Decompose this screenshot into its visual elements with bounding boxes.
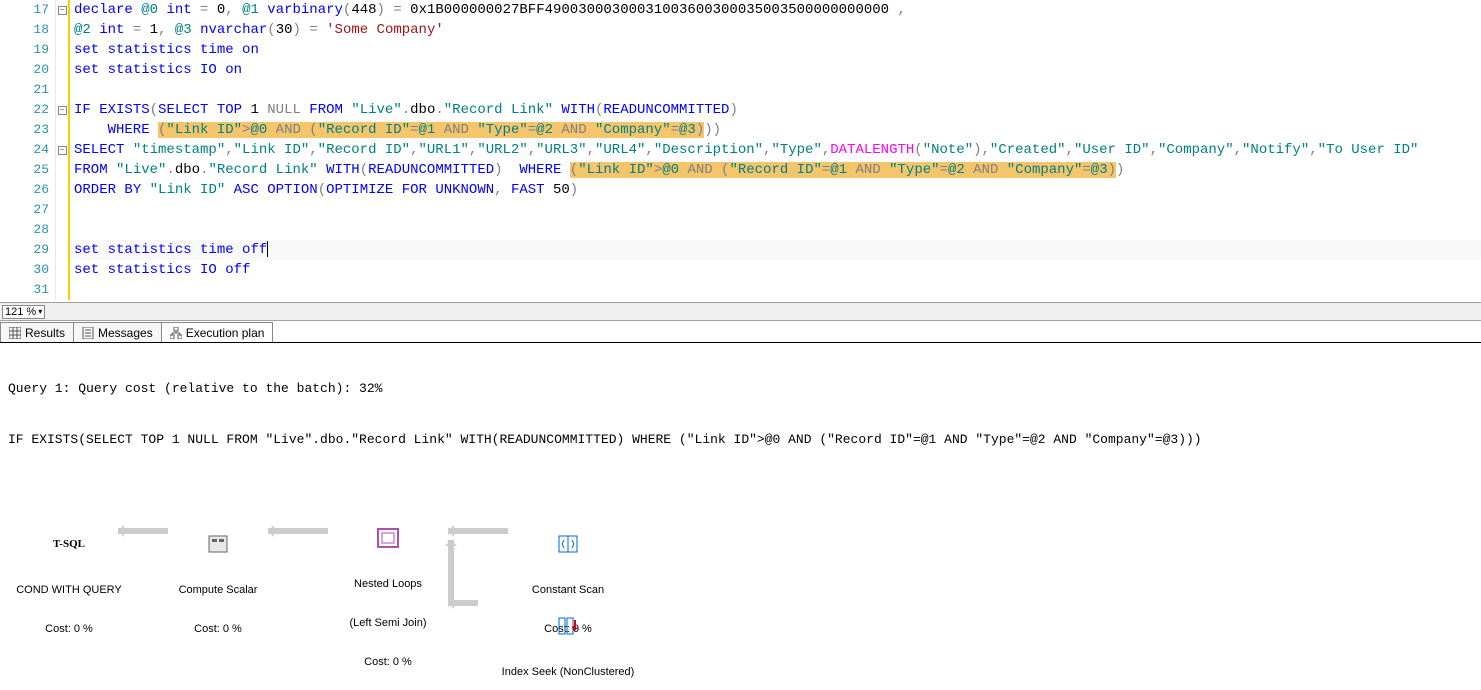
code-line[interactable]: 23 WHERE ("Link ID">@0 AND ("Record ID"=…	[0, 120, 1481, 140]
code-line[interactable]: 17 − declare @0 int = 0, @1 varbinary(44…	[0, 0, 1481, 20]
code-line[interactable]: 31	[0, 280, 1481, 300]
code-line[interactable]: 26 ORDER BY "Link ID" ASC OPTION(OPTIMIZ…	[0, 180, 1481, 200]
code-text[interactable]: declare @0 int = 0, @1 varbinary(448) = …	[70, 0, 906, 20]
code-text[interactable]: @2 int = 1, @3 nvarchar(30) = 'Some Comp…	[70, 20, 444, 40]
index-seek-icon	[478, 614, 658, 638]
query1-plan-diagram[interactable]: T-SQL COND WITH QUERY Cost: 0 % Compute …	[8, 500, 1473, 660]
line-number: 21	[0, 80, 56, 100]
line-number: 28	[0, 220, 56, 240]
line-number: 31	[0, 280, 56, 300]
line-number: 23	[0, 120, 56, 140]
constant-scan-icon	[513, 532, 623, 556]
execution-plan-pane[interactable]: Query 1: Query cost (relative to the bat…	[0, 343, 1481, 690]
plan-arrow	[448, 540, 454, 600]
code-line[interactable]: 24 − SELECT "timestamp","Link ID","Recor…	[0, 140, 1481, 160]
plan-arrow	[268, 528, 328, 534]
plan-arrow	[448, 600, 478, 606]
code-text[interactable]: IF EXISTS(SELECT TOP 1 NULL FROM "Live".…	[70, 100, 738, 120]
line-number: 18	[0, 20, 56, 40]
line-number: 24	[0, 140, 56, 160]
fold-gutter[interactable]: −	[56, 0, 70, 20]
code-text[interactable]	[70, 220, 74, 240]
code-line[interactable]: 19 set statistics time on	[0, 40, 1481, 60]
code-line[interactable]: 21	[0, 80, 1481, 100]
tab-label: Messages	[98, 326, 153, 340]
code-text[interactable]: SELECT "timestamp","Link ID","Record ID"…	[70, 140, 1418, 160]
code-text[interactable]	[70, 200, 74, 220]
zoom-value: 121 %	[5, 306, 36, 318]
plan-op-compute-scalar[interactable]: Compute Scalar Cost: 0 %	[168, 506, 268, 662]
plan-op-tsql[interactable]: T-SQL COND WITH QUERY Cost: 0 %	[14, 506, 124, 662]
code-text[interactable]: WHERE ("Link ID">@0 AND ("Record ID"=@1 …	[70, 120, 721, 140]
code-scroll[interactable]: 17 − declare @0 int = 0, @1 varbinary(44…	[0, 0, 1481, 302]
plan-arrow	[448, 528, 508, 534]
line-number: 26	[0, 180, 56, 200]
grid-icon	[9, 327, 21, 339]
zoom-dropdown[interactable]: 121 % ▾	[2, 305, 45, 319]
line-number: 25	[0, 160, 56, 180]
code-line[interactable]: 27	[0, 200, 1481, 220]
tab-label: Execution plan	[186, 326, 265, 340]
code-text[interactable]	[70, 80, 74, 100]
document-icon	[82, 327, 94, 339]
line-number: 29	[0, 240, 56, 260]
code-text[interactable]: set statistics time on	[70, 40, 259, 60]
text-caret	[267, 241, 268, 257]
nested-loops-icon	[328, 526, 448, 550]
plan-tree-icon	[170, 327, 182, 339]
compute-scalar-icon	[168, 532, 268, 556]
line-number: 27	[0, 200, 56, 220]
code-text[interactable]: set statistics time off	[70, 240, 268, 260]
line-number: 22	[0, 100, 56, 120]
line-number: 30	[0, 260, 56, 280]
code-line[interactable]: 20 set statistics IO on	[0, 60, 1481, 80]
code-text[interactable]: ORDER BY "Link ID" ASC OPTION(OPTIMIZE F…	[70, 180, 578, 200]
fold-toggle-icon[interactable]: −	[58, 146, 67, 155]
query1-header: Query 1: Query cost (relative to the bat…	[8, 381, 1473, 396]
plan-op-nested-loops[interactable]: Nested Loops (Left Semi Join) Cost: 0 %	[328, 500, 448, 690]
code-line[interactable]: 30 set statistics IO off	[0, 260, 1481, 280]
code-line[interactable]: 25 FROM "Live".dbo."Record Link" WITH(RE…	[0, 160, 1481, 180]
tab-results[interactable]: Results	[0, 322, 74, 342]
tab-label: Results	[25, 326, 65, 340]
zoom-bar: 121 % ▾	[0, 302, 1481, 320]
tab-execution-plan[interactable]: Execution plan	[161, 322, 274, 342]
fold-toggle-icon[interactable]: −	[58, 6, 67, 15]
chevron-down-icon: ▾	[38, 307, 42, 316]
line-number: 17	[0, 0, 56, 20]
query1-sql: IF EXISTS(SELECT TOP 1 NULL FROM "Live".…	[8, 432, 1473, 447]
code-text[interactable]	[70, 280, 74, 300]
line-number: 19	[0, 40, 56, 60]
fold-toggle-icon[interactable]: −	[58, 106, 67, 115]
tsql-icon: T-SQL	[14, 532, 124, 556]
code-line[interactable]: 28	[0, 220, 1481, 240]
code-line[interactable]: 29 set statistics time off	[0, 240, 1481, 260]
plan-arrow	[118, 528, 168, 534]
code-text[interactable]: set statistics IO off	[70, 260, 250, 280]
tab-messages[interactable]: Messages	[73, 322, 162, 342]
code-line[interactable]: 22 − IF EXISTS(SELECT TOP 1 NULL FROM "L…	[0, 100, 1481, 120]
plan-op-index-seek[interactable]: Index Seek (NonClustered) [Record Link].…	[478, 588, 658, 690]
code-line[interactable]: 18 @2 int = 1, @3 nvarchar(30) = 'Some C…	[0, 20, 1481, 40]
result-tabs: Results Messages Execution plan	[0, 321, 1481, 343]
code-text[interactable]: FROM "Live".dbo."Record Link" WITH(READU…	[70, 160, 1124, 180]
line-number: 20	[0, 60, 56, 80]
sql-editor: 17 − declare @0 int = 0, @1 varbinary(44…	[0, 0, 1481, 321]
code-text[interactable]: set statistics IO on	[70, 60, 242, 80]
